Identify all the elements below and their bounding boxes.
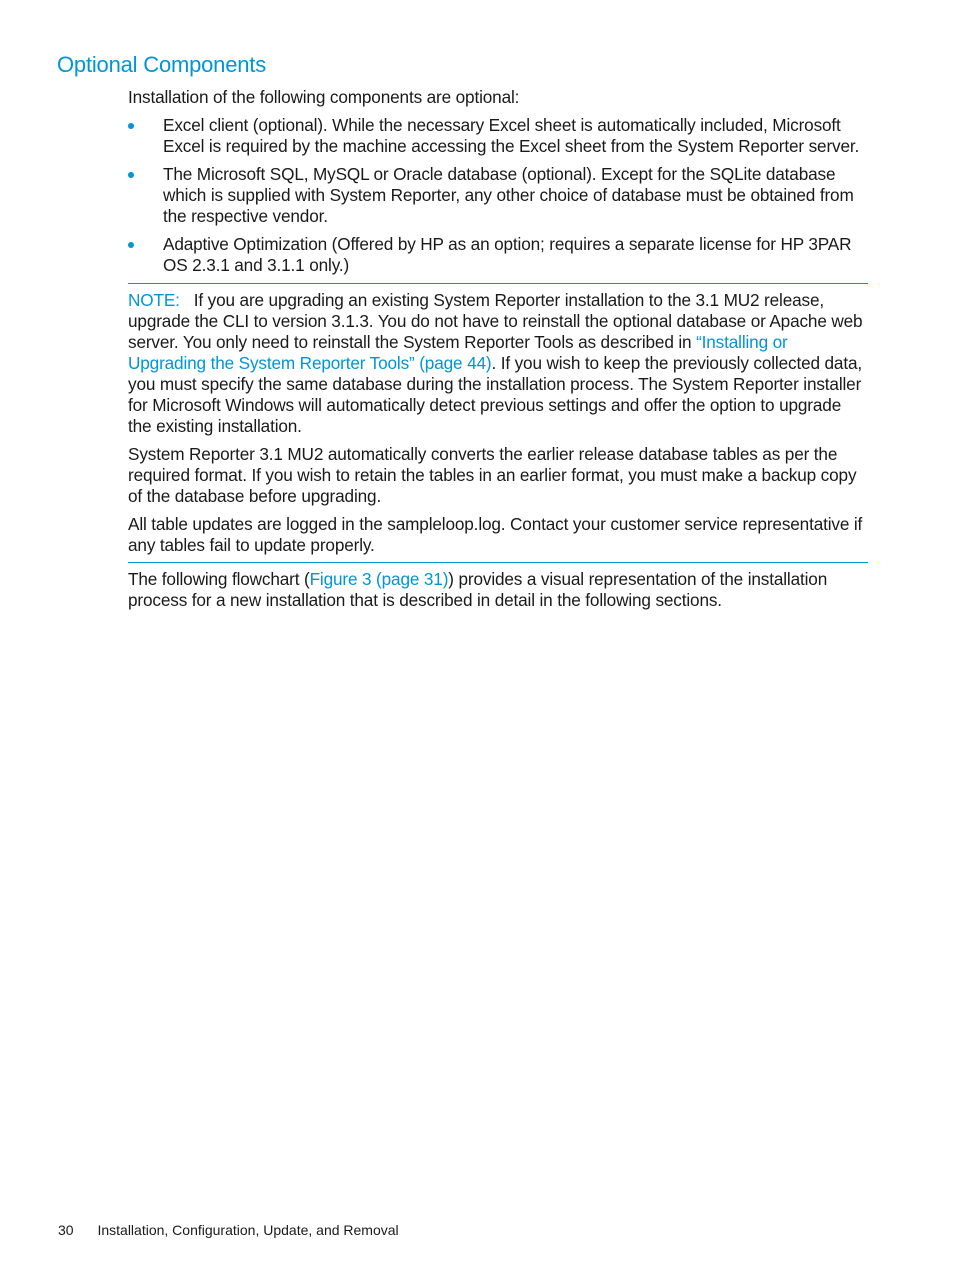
chapter-title: Installation, Configuration, Update, and… xyxy=(97,1222,399,1238)
bullet-icon xyxy=(128,242,134,248)
list-item: The Microsoft SQL, MySQL or Oracle datab… xyxy=(128,164,868,227)
flowchart-paragraph: The following flowchart (Figure 3 (page … xyxy=(128,569,868,611)
note-bottom-divider xyxy=(128,562,868,563)
bullet-icon xyxy=(128,172,134,178)
list-item: Excel client (optional). While the neces… xyxy=(128,115,868,157)
list-item-text: The Microsoft SQL, MySQL or Oracle datab… xyxy=(163,164,854,226)
note-paragraph-2: System Reporter 3.1 MU2 automatically co… xyxy=(128,444,857,506)
page-number: 30 xyxy=(58,1222,74,1238)
intro-text: Installation of the following components… xyxy=(128,87,520,107)
list-item-text: Adaptive Optimization (Offered by HP as … xyxy=(163,234,852,275)
note-paragraph-1: NOTE: If you are upgrading an existing Sy… xyxy=(128,290,868,437)
section-heading: Optional Components xyxy=(57,52,266,77)
note-label: NOTE: xyxy=(128,290,180,310)
note-paragraph-3: All table updates are logged in the samp… xyxy=(128,514,863,555)
figure-3-link[interactable]: Figure 3 (page 31) xyxy=(310,569,449,589)
page-footer: 30 Installation, Configuration, Update, … xyxy=(58,1222,399,1238)
list-item: Adaptive Optimization (Offered by HP as … xyxy=(128,234,868,276)
note-box: NOTE: If you are upgrading an existing Sy… xyxy=(128,284,868,562)
flowchart-text-a: The following flowchart ( xyxy=(128,569,310,589)
list-item-text: Excel client (optional). While the neces… xyxy=(163,115,860,156)
section-content: Installation of the following components… xyxy=(128,87,868,611)
optional-components-list: Excel client (optional). While the neces… xyxy=(128,115,868,276)
bullet-icon xyxy=(128,123,134,129)
